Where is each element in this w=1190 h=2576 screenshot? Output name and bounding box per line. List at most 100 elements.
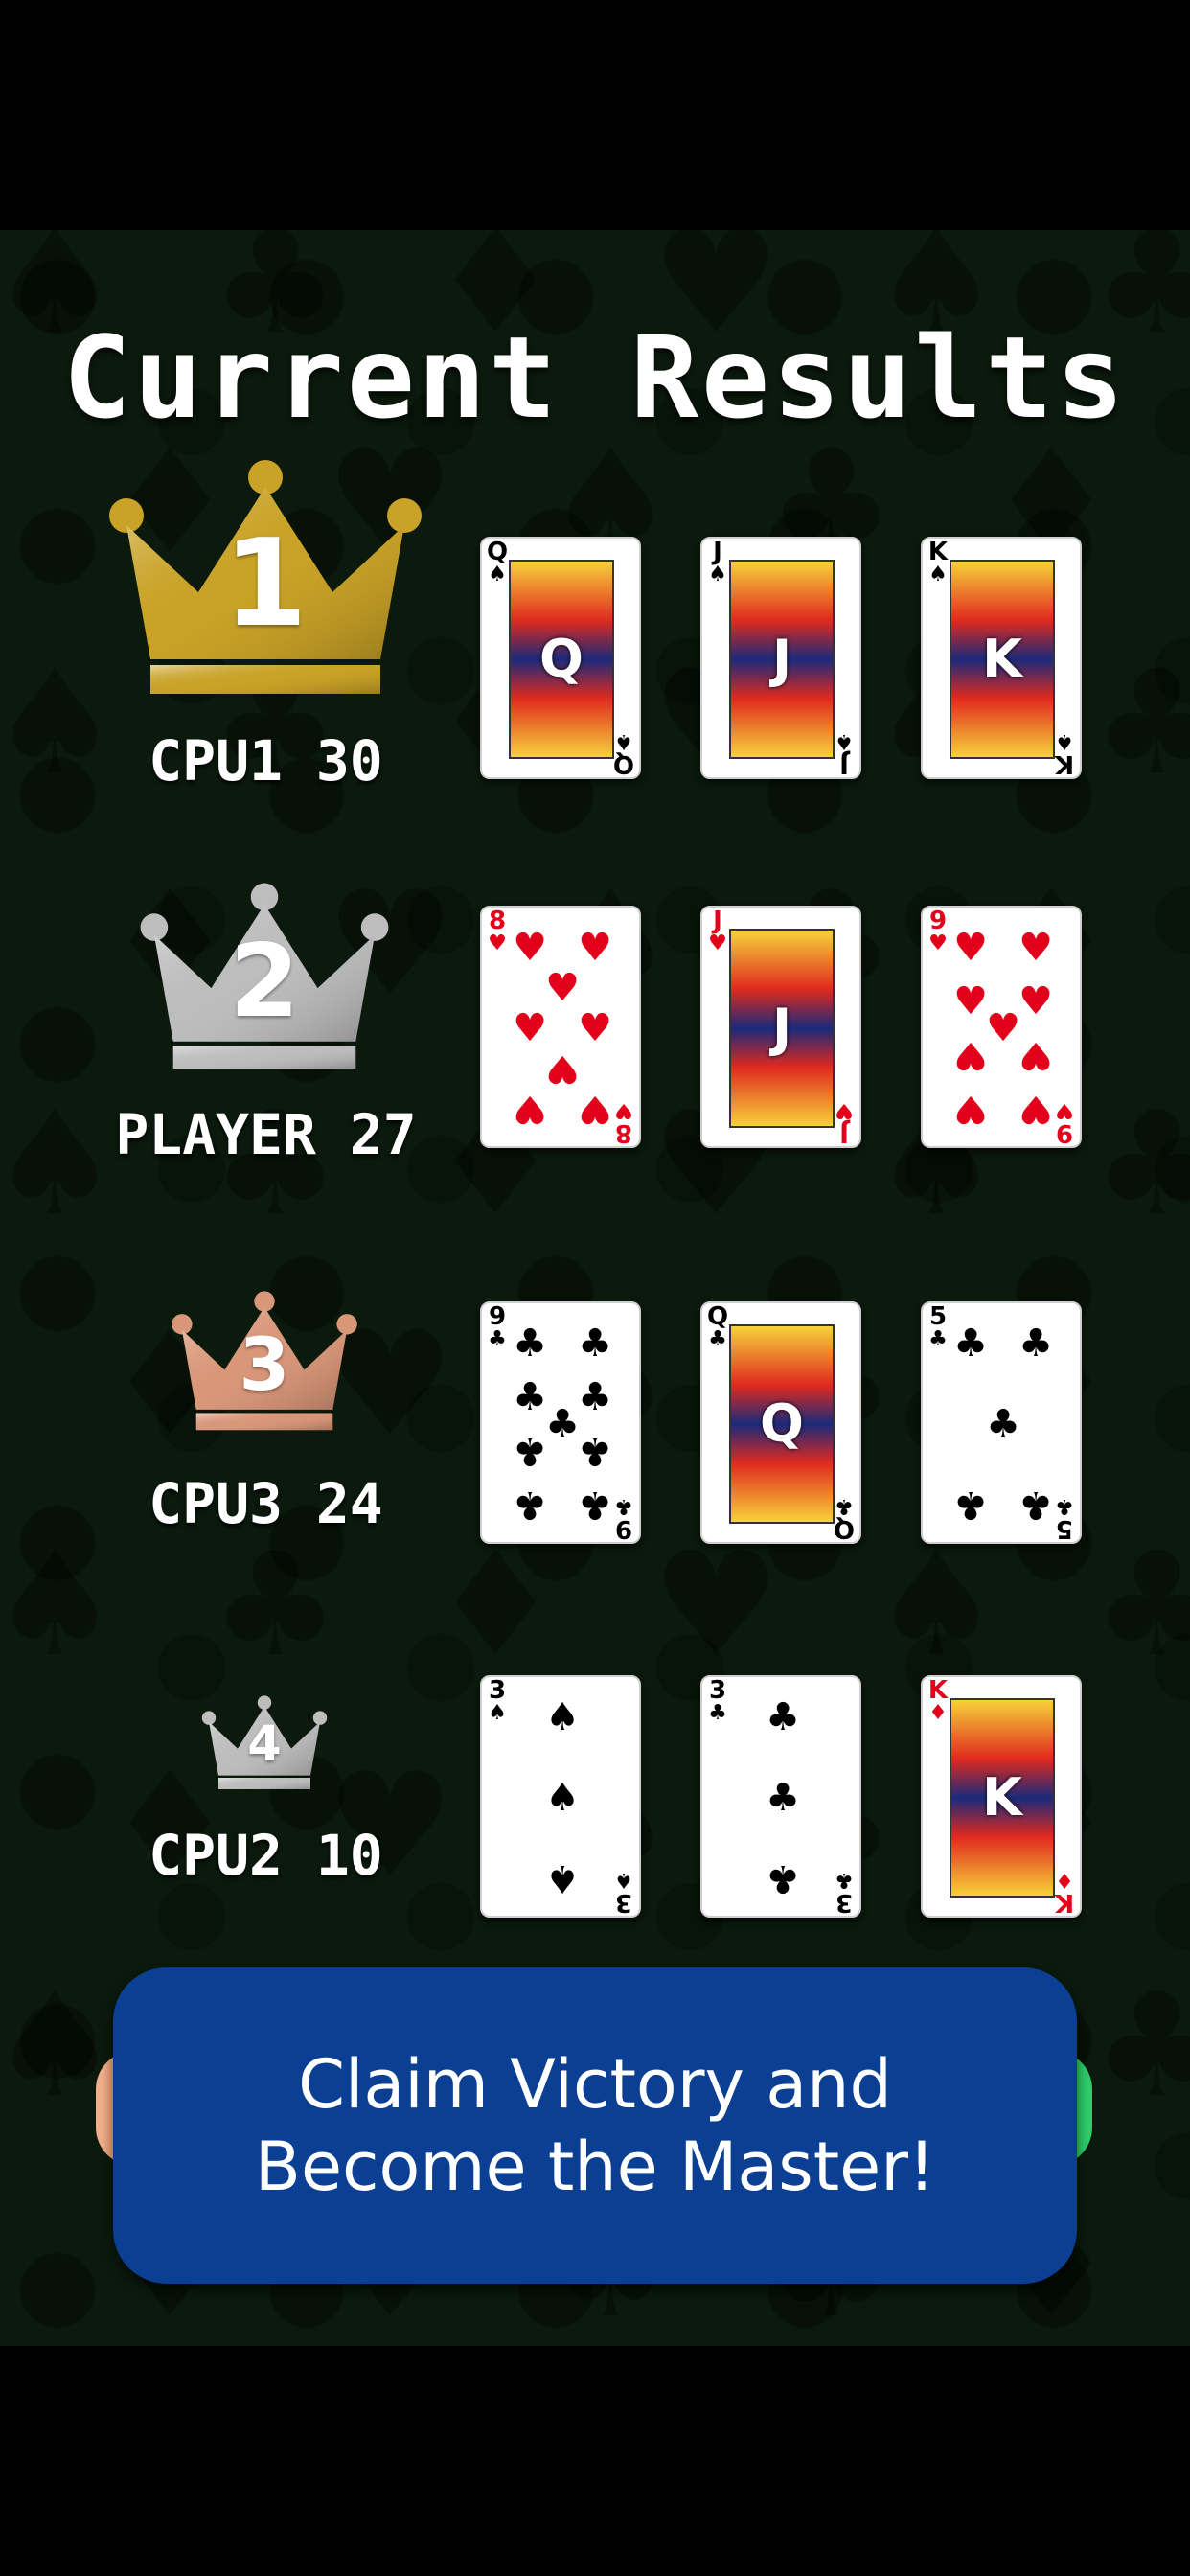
player-score: 10	[315, 1823, 383, 1888]
pip-suit-icon: ♣	[986, 1402, 1020, 1446]
card-index-bottom: K ♦	[1054, 1868, 1075, 1916]
pip-suit-icon: ♣	[953, 1483, 988, 1527]
pip-suit-icon: ♥	[578, 1087, 612, 1131]
card-rank: 5	[1055, 1514, 1074, 1543]
background-suit-icon: ♣	[211, 1522, 340, 1689]
card-rank: 9	[1055, 1118, 1074, 1147]
background-suit-icon: ♣	[1092, 1522, 1190, 1689]
pip-suit-icon: ♥	[513, 1006, 547, 1050]
card-pips: ♠ ♠ ♠	[511, 1695, 614, 1900]
player-score: 24	[315, 1471, 383, 1536]
card-suit-icon: ♣	[488, 1327, 507, 1351]
card-index-top: 3 ♣	[707, 1678, 728, 1725]
pip-suit-icon: ♥	[1018, 979, 1053, 1024]
player-name: CPU3	[149, 1471, 283, 1536]
pip-suit-icon: ♣	[578, 1375, 612, 1419]
card-index-top: J ♥	[707, 908, 728, 955]
pip-suit-icon: ♥	[953, 1033, 988, 1077]
pip-suit-icon: ♣	[1018, 1483, 1053, 1527]
card-rank: 3	[614, 1888, 633, 1917]
card-suit-icon: ♦	[1055, 1868, 1074, 1892]
pip-suit-icon: ♥	[953, 1087, 988, 1131]
card-suit-icon: ♥	[1055, 1098, 1074, 1122]
court-card-illustration: K	[950, 1698, 1055, 1898]
card-rank: Q	[612, 749, 634, 778]
card-index-top: 5 ♣	[927, 1304, 949, 1351]
player-name: CPU2	[149, 1823, 283, 1888]
card-index-top: 3 ♠	[487, 1678, 508, 1725]
card-pips: ♥ ♥ ♥ ♥ ♥ ♥ ♥ ♥ ♥	[951, 926, 1055, 1131]
rank-crown-icon: 3	[171, 1289, 358, 1435]
pip-suit-icon: ♠	[545, 1695, 580, 1739]
player-score-label: CPU2 10	[0, 1823, 532, 1888]
court-rank: Q	[760, 1393, 804, 1454]
court-rank: K	[982, 1767, 1022, 1828]
rank-crown-icon: 4	[201, 1694, 328, 1792]
pip-suit-icon: ♣	[766, 1695, 800, 1739]
rank-crown-icon: 1	[107, 458, 423, 700]
background-suit-icon: ♠	[872, 1522, 1001, 1689]
card-index-top: Q ♠	[487, 540, 508, 586]
playing-card: Q ♣ Q ♣ Q	[700, 1301, 861, 1544]
card-pips: ♣ ♣ ♣	[731, 1695, 835, 1900]
pip-suit-icon: ♣	[513, 1483, 547, 1527]
card-rank: Q	[833, 1514, 855, 1543]
background-suit-icon: ♦	[431, 1522, 561, 1689]
card-pips: ♣ ♣ ♣ ♣ ♣ ♣ ♣ ♣ ♣	[511, 1322, 614, 1527]
pip-suit-icon: ♣	[513, 1429, 547, 1473]
player-score: 30	[315, 728, 383, 794]
pip-suit-icon: ♥	[1018, 1033, 1053, 1077]
card-rank: J	[839, 749, 849, 778]
card-pips: ♣ ♣ ♣ ♣ ♣	[951, 1324, 1055, 1527]
pip-suit-icon: ♠	[545, 1856, 580, 1900]
playing-card: 3 ♣ 3 ♣ ♣ ♣ ♣	[700, 1675, 861, 1918]
playing-card: 3 ♠ 3 ♠ ♠ ♠ ♠	[480, 1675, 641, 1918]
card-suit-icon: ♠	[928, 563, 948, 586]
card-index-bottom: J ♠	[834, 729, 855, 778]
pip-suit-icon: ♣	[766, 1776, 800, 1820]
card-suit-icon: ♥	[614, 1098, 633, 1122]
card-index-top: J ♠	[707, 540, 728, 586]
page-title: Current Results	[62, 311, 1128, 444]
rank-number: 4	[247, 1716, 282, 1773]
card-rank: 9	[614, 1514, 633, 1543]
court-card-illustration: Q	[729, 1324, 835, 1524]
pip-suit-icon: ♠	[545, 1776, 580, 1820]
pip-suit-icon: ♥	[953, 926, 988, 970]
pip-suit-icon: ♥	[578, 926, 612, 970]
pip-suit-icon: ♥	[513, 926, 547, 970]
card-index-bottom: Q ♠	[612, 729, 634, 778]
rank-number: 1	[223, 513, 308, 654]
card-pips: ♥ ♥ ♥ ♥ ♥ ♥ ♥ ♥	[511, 926, 614, 1131]
card-suit-icon: ♣	[928, 1327, 948, 1351]
card-suit-icon: ♠	[614, 729, 633, 753]
player-score-label: PLAYER 27	[0, 1102, 532, 1167]
card-suit-icon: ♠	[614, 1868, 633, 1892]
card-index-top: 9 ♥	[927, 908, 949, 955]
pip-suit-icon: ♥	[1018, 926, 1053, 970]
card-rank: 3	[835, 1888, 854, 1917]
pip-suit-icon: ♥	[513, 1087, 547, 1131]
card-index-top: K ♦	[927, 1678, 949, 1725]
pip-suit-icon: ♥	[578, 1006, 612, 1050]
card-index-bottom: 9 ♣	[613, 1494, 634, 1543]
card-index-bottom: 5 ♣	[1054, 1494, 1075, 1543]
card-index-top: 8 ♥	[487, 908, 508, 955]
card-index-bottom: 3 ♣	[834, 1868, 855, 1917]
claim-victory-button[interactable]: Claim Victory and Become the Master!	[113, 1967, 1077, 2284]
playing-card: J ♠ J ♠ J	[700, 537, 861, 779]
claim-victory-label: Claim Victory and Become the Master!	[254, 2045, 936, 2206]
card-index-bottom: K ♠	[1054, 729, 1075, 777]
court-rank: Q	[539, 629, 584, 689]
court-rank: K	[982, 629, 1022, 689]
playing-card: K ♠ K ♠ K	[921, 537, 1082, 779]
pip-suit-icon: ♥	[545, 1046, 580, 1091]
player-score-label: CPU3 24	[0, 1471, 532, 1536]
card-suit-icon: ♣	[708, 1701, 727, 1725]
player-score: 27	[349, 1102, 417, 1167]
card-suit-icon: ♣	[835, 1494, 854, 1518]
card-suit-icon: ♥	[708, 932, 727, 955]
background-suit-icon: ♣	[1092, 640, 1190, 807]
pip-suit-icon: ♣	[578, 1322, 612, 1366]
card-rank: J	[839, 1118, 849, 1147]
